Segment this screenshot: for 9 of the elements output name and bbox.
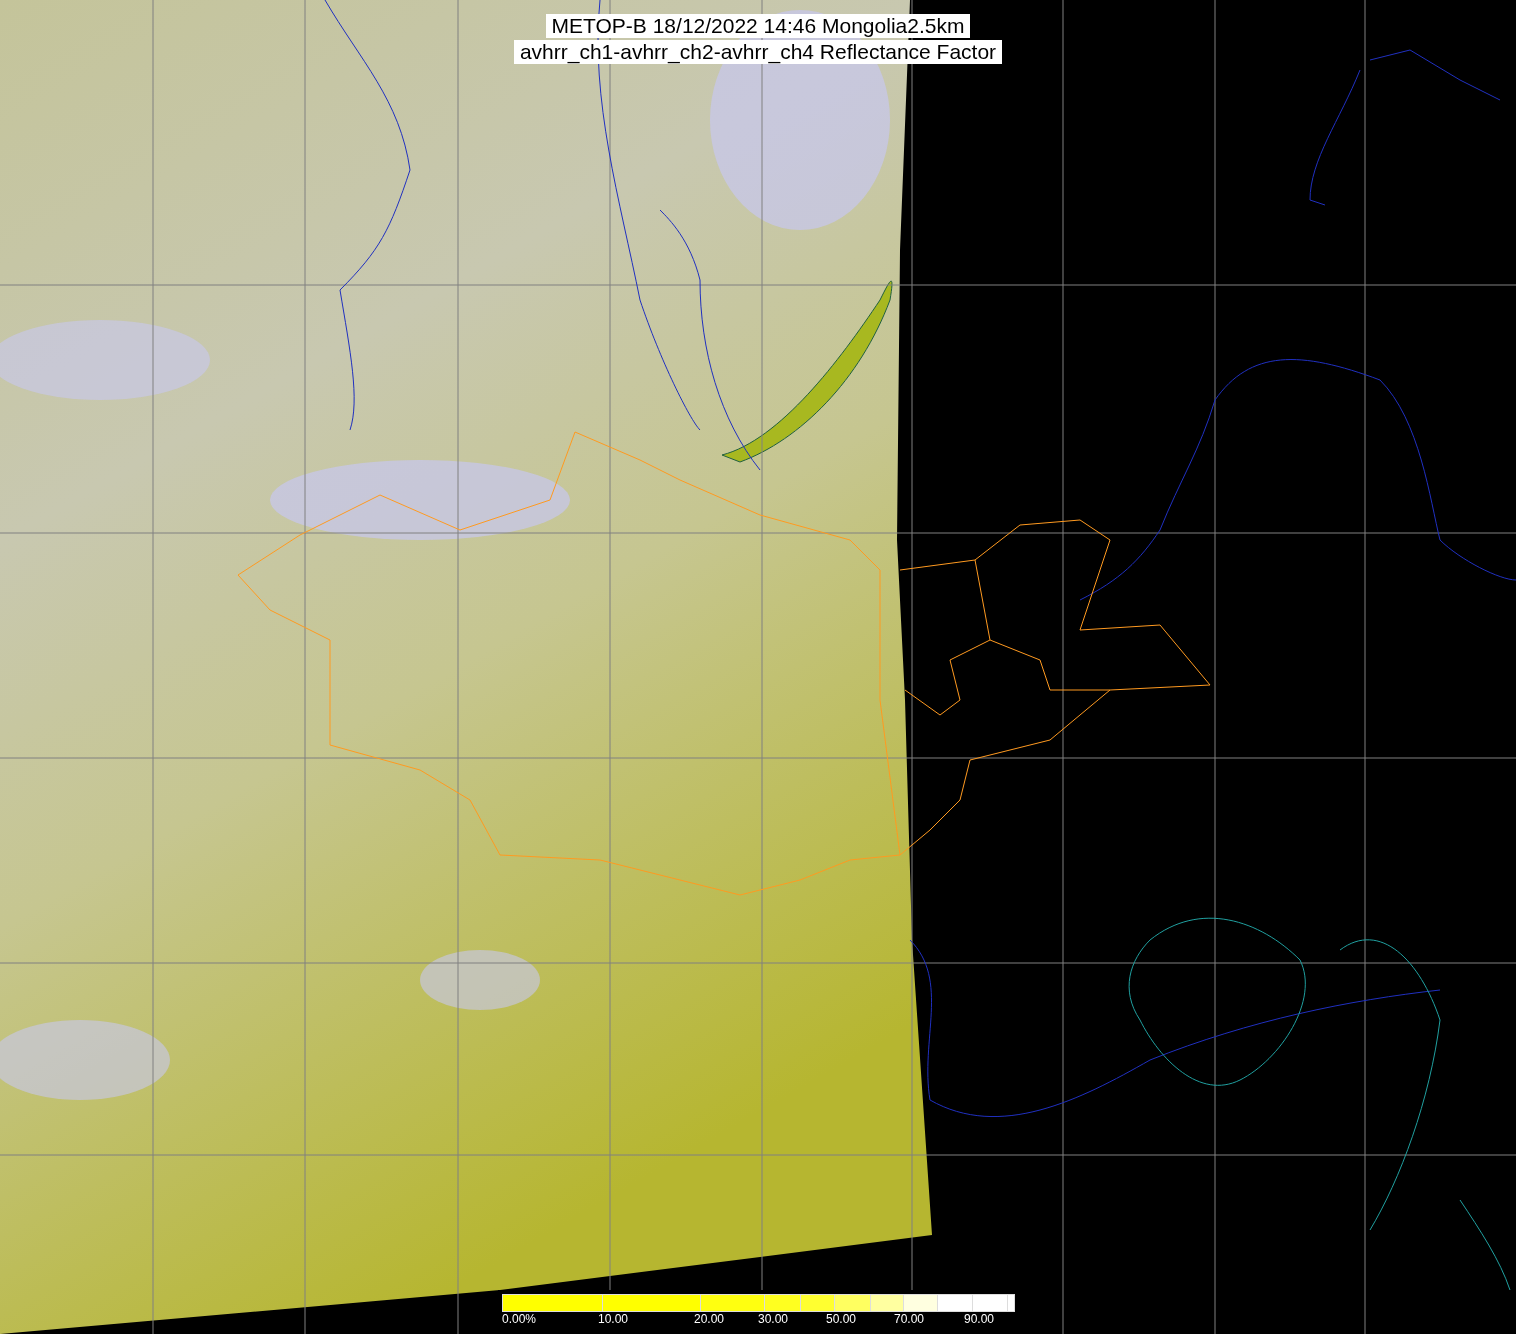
colorbar-tick-label: 20.00	[694, 1312, 725, 1326]
map-title: avhrr_ch1-avhrr_ch2-avhrr_ch4 Reflectance Factor	[513, 40, 1003, 64]
colorbar-tick-label: 70.00	[894, 1312, 925, 1326]
colorbar-tick-label: 50.00	[826, 1312, 857, 1326]
colorbar-tick-label: 30.00	[758, 1312, 789, 1326]
map-title: METOP-B 18/12/2022 14:46 Mongolia2.5km	[545, 14, 971, 38]
colorbar-tick-label: 90.00	[964, 1312, 995, 1326]
colorbar-tick-label: 0.00%	[502, 1312, 537, 1326]
colorbar-tick-label: 10.00	[598, 1312, 629, 1326]
